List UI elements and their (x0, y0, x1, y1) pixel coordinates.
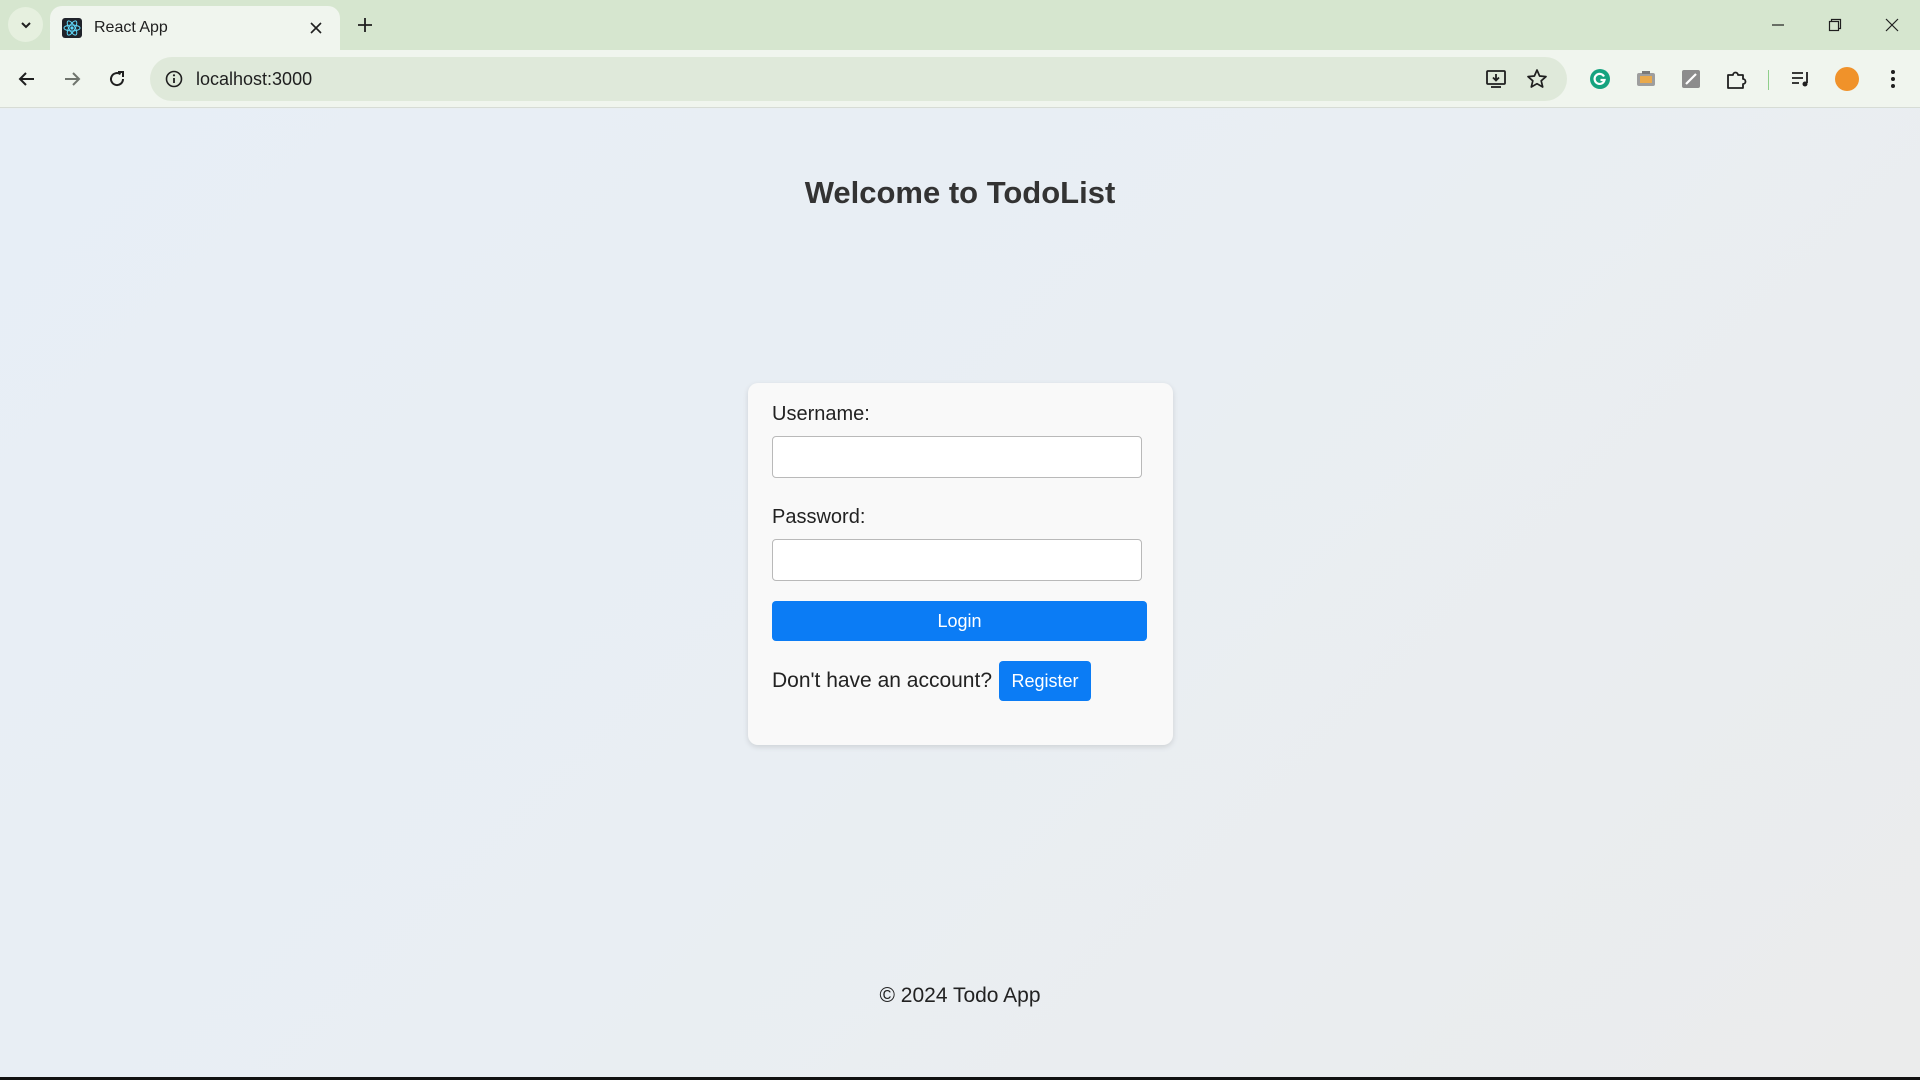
site-info-icon[interactable] (162, 67, 186, 91)
register-row: Don't have an account? Register (772, 661, 1091, 701)
install-app-icon[interactable] (1482, 65, 1510, 93)
plus-icon (358, 18, 372, 32)
address-bar[interactable]: localhost:3000 (150, 57, 1567, 101)
password-label: Password: (772, 506, 866, 528)
browser-menu-icon[interactable] (1879, 65, 1907, 93)
register-button[interactable]: Register (999, 661, 1091, 701)
reload-button[interactable] (99, 61, 135, 97)
url-text: localhost:3000 (196, 69, 313, 89)
reload-icon (110, 71, 125, 87)
media-controls-icon[interactable] (1787, 65, 1815, 93)
minimize-icon (1771, 24, 1784, 26)
tab-bar: React App (0, 0, 1920, 50)
close-icon (310, 22, 322, 34)
react-logo-icon (62, 18, 82, 38)
minimize-button[interactable] (1749, 0, 1806, 50)
pen-extension-icon[interactable] (1677, 65, 1705, 93)
app-page: Welcome to TodoList Username: Password: … (0, 109, 1920, 1077)
close-icon (1885, 18, 1898, 32)
footer-copyright: © 2024 Todo App (879, 984, 1041, 1007)
back-button[interactable] (9, 61, 45, 97)
bookmark-star-icon[interactable] (1523, 65, 1551, 93)
username-input[interactable] (772, 436, 1142, 478)
page-title: Welcome to TodoList (804, 175, 1116, 210)
password-input[interactable] (772, 539, 1142, 581)
tab-title: React App (94, 19, 168, 36)
forward-button[interactable] (54, 61, 90, 97)
screen-capture-extension-icon[interactable] (1632, 65, 1660, 93)
browser-toolbar: localhost:3000 (0, 50, 1920, 108)
login-button[interactable]: Login (772, 601, 1147, 641)
tab-close-button[interactable] (304, 16, 328, 40)
profile-avatar[interactable] (1835, 67, 1859, 91)
arrow-right-icon (65, 72, 81, 86)
register-prompt: Don't have an account? (772, 669, 992, 692)
restore-button[interactable] (1806, 0, 1863, 50)
window-controls (1749, 0, 1920, 50)
close-window-button[interactable] (1863, 0, 1920, 50)
toolbar-divider (1768, 70, 1769, 90)
arrow-left-icon (18, 72, 34, 86)
active-tab[interactable]: React App (50, 6, 340, 50)
grammarly-extension-icon[interactable] (1586, 65, 1614, 93)
new-tab-button[interactable] (351, 11, 379, 39)
username-label: Username: (772, 403, 870, 425)
chevron-down-icon (20, 21, 31, 28)
tab-search-button[interactable] (8, 7, 43, 42)
extensions-puzzle-icon[interactable] (1722, 65, 1750, 93)
restore-icon (1828, 18, 1841, 32)
